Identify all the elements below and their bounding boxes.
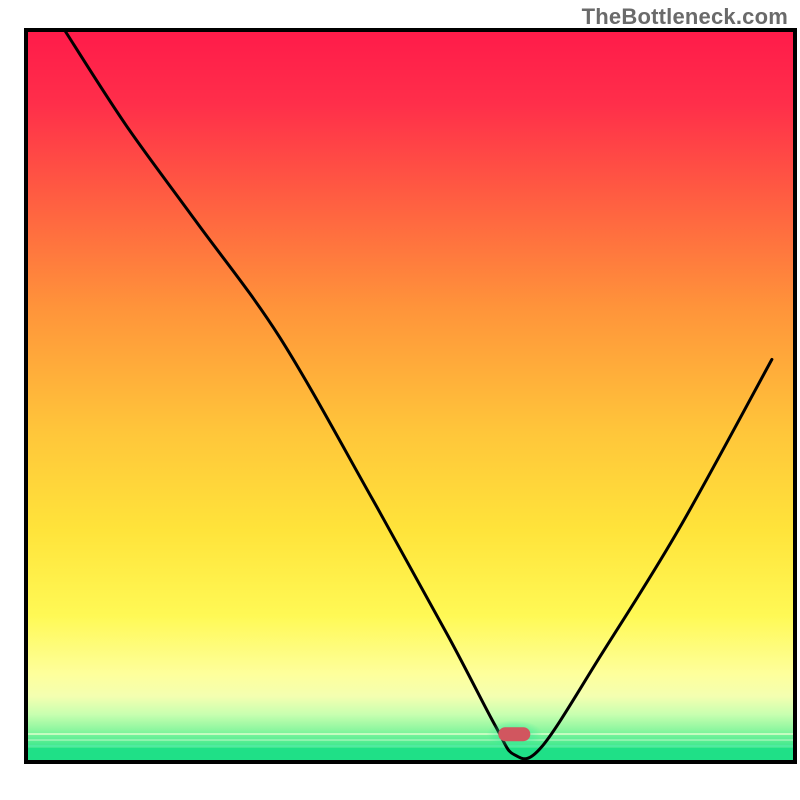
green-baseline (26, 748, 795, 762)
heat-gradient-area (26, 30, 795, 762)
watermark-label: TheBottleneck.com (582, 4, 788, 30)
chart-frame: TheBottleneck.com (0, 0, 800, 800)
bottleneck-chart (0, 0, 800, 800)
marker-pill (498, 727, 530, 741)
optimal-point-marker (486, 720, 542, 748)
